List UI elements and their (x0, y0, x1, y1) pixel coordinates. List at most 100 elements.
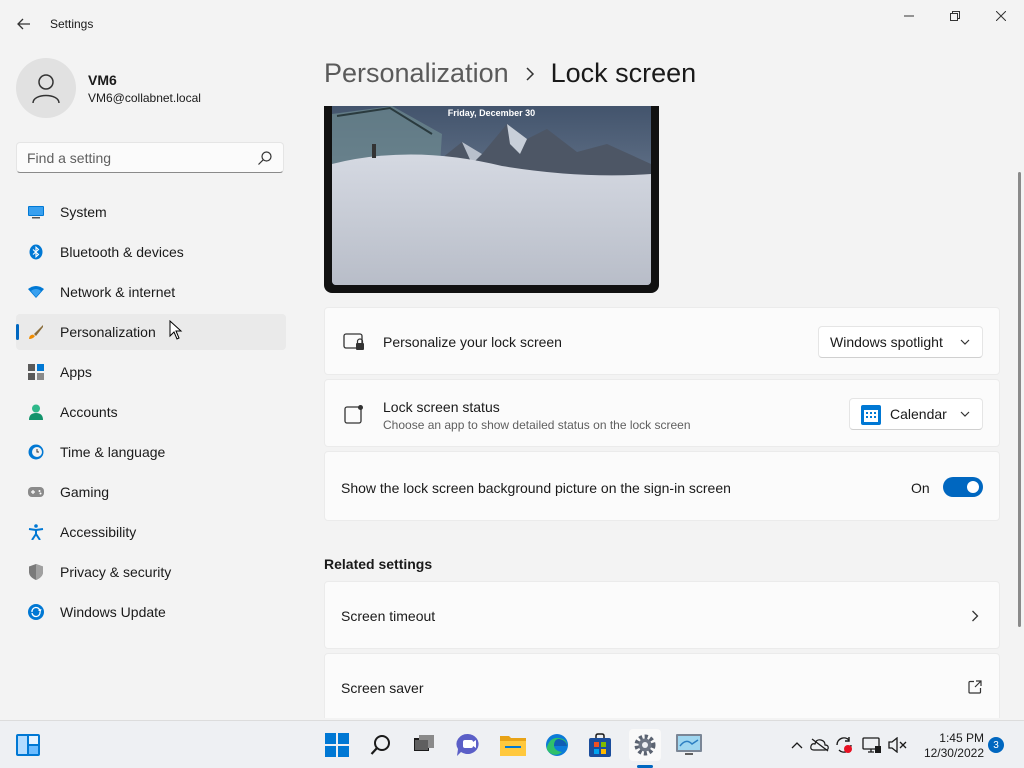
sidebar-item-privacy[interactable]: Privacy & security (16, 554, 286, 590)
open-external-icon (968, 680, 982, 694)
profile-name: VM6 (88, 72, 117, 88)
restore-icon (950, 11, 960, 21)
chevron-up-icon (791, 742, 803, 749)
profile-email: VM6@collabnet.local (88, 91, 201, 105)
bluetooth-icon (28, 244, 44, 260)
sidebar-item-label: Personalization (60, 324, 156, 340)
task-view-button[interactable] (408, 729, 440, 761)
taskbar-clock[interactable]: 1:45 PM 12/30/2022 (916, 731, 984, 761)
signin-background-card: Show the lock screen background picture … (324, 451, 1000, 521)
sidebar-item-label: Gaming (60, 484, 110, 500)
sidebar-nav: System Bluetooth & devices Network & int… (16, 194, 286, 634)
sidebar-item-label: Windows Update (60, 604, 166, 620)
mouse-cursor (169, 320, 183, 340)
apps-icon (28, 364, 44, 380)
sidebar-item-label: Network & internet (60, 284, 176, 300)
sidebar-item-accessibility[interactable]: Accessibility (16, 514, 286, 550)
dropdown-value: Calendar (890, 406, 947, 422)
settings-content: Friday, December 30 Personalize your loc… (324, 106, 1000, 718)
title-bar: Settings (0, 0, 1024, 48)
settings-icon (634, 734, 656, 756)
sync-tray-button[interactable] (834, 735, 854, 755)
status-subtitle: Choose an app to show detailed status on… (383, 418, 691, 432)
lock-screen-status-dropdown[interactable]: Calendar (849, 398, 983, 430)
sidebar-item-label: Accessibility (60, 524, 137, 540)
screen-saver-link[interactable]: Screen saver (324, 653, 1000, 718)
taskbar: 1:45 PM 12/30/2022 3 (0, 720, 1024, 768)
signin-background-toggle[interactable] (943, 477, 983, 497)
file-explorer-icon (500, 736, 526, 756)
minimize-icon (904, 15, 914, 17)
related-settings-header: Related settings (324, 556, 433, 572)
remote-desktop-button[interactable] (673, 729, 705, 761)
file-explorer-button[interactable] (497, 729, 529, 761)
brush-icon (28, 324, 44, 340)
shield-icon (28, 564, 44, 580)
search-input[interactable] (27, 149, 247, 167)
search-icon (370, 735, 390, 755)
widgets-icon (16, 734, 40, 756)
chevron-right-icon (525, 66, 535, 81)
screen-saver-label: Screen saver (341, 680, 424, 696)
close-icon (996, 11, 1006, 21)
sidebar-item-windows-update[interactable]: Windows Update (16, 594, 286, 630)
screen-timeout-label: Screen timeout (341, 608, 436, 624)
store-button[interactable] (584, 729, 616, 761)
volume-tray-button[interactable] (888, 735, 908, 755)
sidebar-item-network[interactable]: Network & internet (16, 274, 286, 310)
volume-muted-icon (888, 737, 907, 753)
sidebar-item-label: Bluetooth & devices (60, 244, 184, 260)
signin-background-title: Show the lock screen background picture … (341, 480, 731, 496)
accounts-icon (28, 404, 44, 420)
calendar-app-icon (861, 405, 881, 425)
sidebar-item-time-language[interactable]: Time & language (16, 434, 286, 470)
person-icon (32, 74, 60, 104)
lock-screen-background-dropdown[interactable]: Windows spotlight (818, 326, 983, 358)
toggle-knob (967, 481, 979, 493)
widgets-button[interactable] (12, 729, 44, 761)
sidebar-item-system[interactable]: System (16, 194, 286, 230)
content-scrollbar[interactable] (1018, 172, 1021, 627)
back-button[interactable] (10, 12, 38, 36)
preview-landscape (332, 106, 651, 285)
clock-time: 1:45 PM (939, 731, 984, 745)
breadcrumb-parent[interactable]: Personalization (324, 58, 509, 89)
breadcrumb: Personalization Lock screen (324, 58, 696, 89)
close-button[interactable] (978, 4, 1024, 28)
avatar (16, 58, 76, 118)
onedrive-offline-icon (810, 738, 829, 752)
sidebar-item-apps[interactable]: Apps (16, 354, 286, 390)
sidebar-item-label: Accounts (60, 404, 118, 420)
sidebar-item-accounts[interactable]: Accounts (16, 394, 286, 430)
screen-timeout-link[interactable]: Screen timeout (324, 581, 1000, 649)
task-view-icon (414, 735, 434, 751)
sync-error-icon (836, 737, 852, 753)
sidebar-item-label: Apps (60, 364, 92, 380)
edge-button[interactable] (541, 729, 573, 761)
sidebar-item-personalization[interactable]: Personalization (16, 314, 286, 350)
remote-desktop-icon (676, 734, 702, 755)
lock-screen-preview: Friday, December 30 (324, 106, 659, 293)
personalize-lock-screen-card: Personalize your lock screen Windows spo… (324, 307, 1000, 375)
start-button[interactable] (321, 729, 353, 761)
sidebar-item-bluetooth[interactable]: Bluetooth & devices (16, 234, 286, 270)
minimize-button[interactable] (886, 4, 932, 28)
arrow-left-icon (17, 18, 30, 30)
taskbar-search-button[interactable] (365, 729, 397, 761)
gamepad-icon (28, 484, 44, 500)
sidebar-item-gaming[interactable]: Gaming (16, 474, 286, 510)
show-hidden-icons-button[interactable] (787, 735, 807, 755)
sidebar-item-label: Privacy & security (60, 564, 172, 580)
clock-date: 12/30/2022 (923, 746, 984, 760)
chevron-down-icon (960, 411, 970, 417)
search-box[interactable] (16, 142, 284, 173)
settings-taskbar-button[interactable] (629, 729, 661, 761)
restore-button[interactable] (932, 4, 978, 28)
chat-button[interactable] (452, 729, 484, 761)
onedrive-tray-button[interactable] (810, 735, 830, 755)
chevron-right-icon (972, 610, 979, 622)
display-tray-button[interactable] (862, 735, 882, 755)
notification-badge[interactable]: 3 (988, 737, 1004, 753)
search-icon[interactable] (257, 150, 273, 166)
lock-screen-status-card: Lock screen status Choose an app to show… (324, 379, 1000, 447)
